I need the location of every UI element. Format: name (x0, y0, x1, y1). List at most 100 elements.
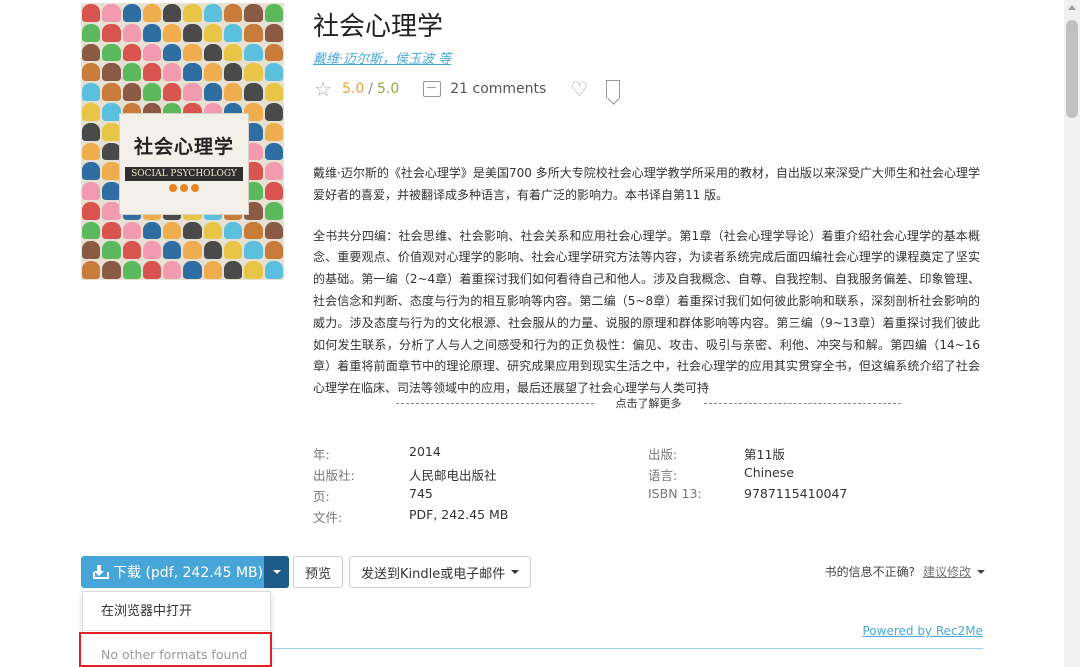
cover-face-tile (203, 63, 223, 82)
cover-face-tile (163, 23, 182, 42)
detail-value: 9787115410047 (744, 486, 848, 501)
cover-face-tile (244, 23, 263, 42)
read-more-link[interactable]: 点击了解更多 (594, 395, 704, 411)
cover-face-tile (203, 83, 223, 101)
read-more-row: 点击了解更多 (396, 394, 901, 412)
cover-face-tile (142, 221, 162, 240)
cover-title-cn: 社会心理学 (133, 136, 234, 158)
powered-by-link[interactable]: Powered by Rec2Me (862, 624, 983, 638)
cover-face-tile (82, 142, 101, 161)
cover-face-tile (224, 261, 243, 279)
cover-face-tile (82, 241, 101, 260)
download-label: 下载 (pdf, 242.45 MB) (113, 565, 264, 581)
book-cover: 社会心理学 SOCIAL PSYCHOLOGY (81, 3, 284, 280)
cover-face-tile (183, 4, 202, 22)
open-in-browser-item[interactable]: 在浏览器中打开 (101, 600, 192, 619)
cover-face-tile (82, 221, 101, 240)
rating-value: 5.0 (342, 81, 365, 97)
cover-face-tile (244, 43, 263, 62)
cover-title-panel: 社会心理学 SOCIAL PSYCHOLOGY (119, 113, 249, 215)
cover-face-tile (142, 241, 162, 260)
cover-face-tile (122, 261, 141, 279)
bookmark-icon[interactable] (606, 80, 621, 98)
cover-face-tile (102, 23, 121, 42)
cover-face-tile (163, 241, 182, 260)
description-paragraph-1: 戴维·迈尔斯的《社会心理学》是美国700 多所大专院校社会心理学教学所采用的教材… (313, 166, 980, 202)
heart-icon[interactable]: ♡ (570, 77, 588, 101)
book-authors-link[interactable]: 戴维·迈尔斯，侯玉波 等 (313, 48, 451, 67)
cover-face-tile (142, 4, 162, 22)
cover-face-tile (224, 23, 243, 42)
cover-face-tile (163, 261, 182, 279)
cover-face-tile (183, 241, 202, 260)
send-label: 发送到Kindle或电子邮件 (361, 566, 506, 582)
cover-face-tile (82, 23, 101, 42)
comments-count[interactable]: 21 comments (450, 81, 546, 97)
cover-face-tile (142, 63, 162, 82)
cover-face-tile (163, 63, 182, 82)
scrollbar-thumb[interactable] (1066, 20, 1078, 118)
divider (272, 648, 983, 649)
cover-face-tile (203, 221, 223, 240)
rating-separator: / (368, 81, 373, 97)
cover-face-tile (244, 221, 263, 240)
download-options-toggle[interactable] (264, 556, 289, 588)
cover-face-tile (244, 241, 263, 260)
no-other-formats-item: No other formats found (79, 632, 272, 667)
cover-face-tile (224, 63, 243, 82)
wrong-info-label: 书的信息不正确? (824, 565, 915, 579)
cover-title-en: SOCIAL PSYCHOLOGY (125, 167, 243, 181)
cover-face-tile (183, 221, 202, 240)
cover-face-tile (102, 201, 121, 220)
cover-face-tile (82, 4, 101, 22)
caret-down-icon (511, 570, 520, 574)
book-description: 戴维·迈尔斯的《社会心理学》是美国700 多所大专院校社会心理学教学所采用的教材… (313, 163, 980, 400)
caret-down-icon[interactable] (977, 569, 985, 574)
cover-face-tile (82, 182, 101, 200)
cover-face-tile (163, 43, 182, 62)
cover-face-tile (264, 241, 283, 260)
caret-down-icon (272, 570, 281, 574)
scroll-up-arrow-icon[interactable] (1068, 5, 1076, 10)
detail-label: 文件: (313, 510, 343, 525)
detail-value: 人民邮电出版社 (409, 468, 497, 483)
rating-max: 5.0 (376, 81, 400, 97)
cover-face-tile (82, 261, 101, 279)
cover-face-tile (264, 201, 283, 220)
cover-face-tile (224, 221, 243, 240)
cover-face-tile (142, 83, 162, 101)
comment-icon[interactable] (423, 81, 442, 97)
cover-face-tile (264, 23, 283, 42)
cover-face-tile (224, 241, 243, 260)
description-paragraph-2: 全书共分四编：社会思维、社会影响、社会关系和应用社会心理学。第1章（社会心理学导… (313, 228, 980, 396)
cover-face-tile (264, 122, 283, 141)
cover-face-tile (82, 43, 101, 62)
star-icon[interactable]: ☆ (314, 79, 334, 99)
cover-face-tile (203, 23, 223, 42)
cover-face-tile (102, 162, 121, 181)
cover-face-tile (224, 4, 243, 22)
book-meta-row: ☆ 5.0 / 5.0 21 comments ♡ (314, 77, 621, 101)
cover-face-tile (142, 23, 162, 42)
scrollbar[interactable] (1064, 0, 1080, 667)
cover-face-tile (102, 63, 121, 82)
send-to-kindle-button[interactable]: 发送到Kindle或电子邮件 (349, 556, 532, 588)
preview-button[interactable]: 预览 (293, 556, 344, 588)
cover-face-tile (183, 23, 202, 42)
divider (396, 402, 594, 404)
cover-face-tile (122, 221, 141, 240)
cover-face-tile (244, 4, 263, 22)
cover-face-tile (163, 83, 182, 101)
cover-face-tile (264, 162, 283, 181)
cover-face-tile (102, 182, 121, 200)
detail-label: 出版社: (313, 468, 355, 483)
download-button[interactable]: 下载 (pdf, 242.45 MB) (81, 556, 264, 588)
detail-value: 2014 (409, 444, 441, 459)
cover-face-tile (224, 83, 243, 101)
divider (703, 402, 901, 404)
cover-face-tile (224, 43, 243, 62)
suggest-edit-link[interactable]: 建议修改 (923, 563, 971, 580)
cover-face-tile (264, 63, 283, 82)
cover-face-tile (264, 43, 283, 62)
cover-face-tile (122, 63, 141, 82)
